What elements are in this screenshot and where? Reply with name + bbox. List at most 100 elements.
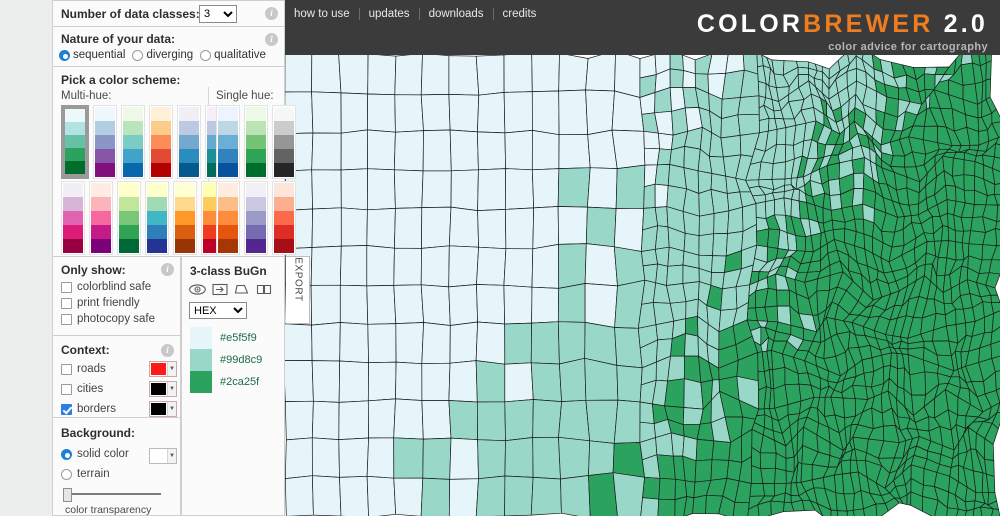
scheme-swatch-step — [246, 211, 266, 225]
nature-radio-sequential[interactable] — [59, 49, 70, 61]
scheme-swatch-GnBu[interactable] — [121, 105, 145, 179]
choropleth-map[interactable] — [285, 55, 1000, 516]
nav-link-updates[interactable]: updates — [360, 8, 420, 20]
context-option-roads[interactable]: roads — [61, 363, 106, 375]
scheme-swatch-YlGn[interactable] — [117, 181, 141, 255]
context-option-borders[interactable]: borders — [61, 403, 116, 415]
scheme-swatch-PuRd[interactable] — [61, 181, 85, 255]
only-show-label-text: photocopy safe — [77, 313, 156, 325]
color-format-select[interactable]: HEXRGBCMYK — [189, 302, 247, 319]
only-show-info-icon[interactable]: i — [161, 263, 174, 276]
only-show-checkbox[interactable] — [61, 313, 72, 325]
data-nature-info-icon[interactable]: i — [265, 33, 278, 46]
export-tab-label: EXPORT — [292, 257, 304, 302]
scheme-swatch-RdPu[interactable] — [89, 181, 113, 255]
nav-link-how-to-use[interactable]: how to use — [292, 8, 360, 20]
scheme-swatch-Greys[interactable] — [272, 105, 296, 179]
only-show-option-print-friendly[interactable]: print friendly — [61, 297, 155, 309]
context-color-chevron-icon[interactable]: ▼ — [167, 382, 176, 396]
background-color-chip[interactable]: ▼ — [149, 448, 177, 464]
printer-icon[interactable] — [234, 283, 250, 299]
map-canvas[interactable] — [285, 55, 1000, 516]
only-show-checkbox-group[interactable]: colorblind safe print friendly photocopy s… — [53, 281, 155, 325]
transparency-slider-track — [69, 493, 161, 495]
scheme-swatch-step — [246, 197, 266, 211]
multi-hue-row-2[interactable] — [61, 181, 225, 255]
scheme-swatch-PuBu[interactable] — [177, 105, 201, 179]
background-radio[interactable] — [61, 468, 72, 480]
scheme-swatch-Oranges[interactable] — [216, 181, 240, 255]
background-label-text: solid color — [77, 448, 129, 460]
scheme-swatch-Purples[interactable] — [244, 181, 268, 255]
nature-option-qualitative[interactable]: qualitative — [200, 49, 266, 61]
scheme-swatch-Reds[interactable] — [272, 181, 296, 255]
context-color-chevron-icon[interactable]: ▼ — [167, 362, 176, 376]
only-show-checkbox[interactable] — [61, 297, 72, 309]
export-screen-icon[interactable] — [212, 283, 228, 299]
scheme-swatch-BuPu[interactable] — [93, 105, 117, 179]
single-hue-row-1[interactable] — [216, 105, 296, 179]
export-tab[interactable]: EXPORT — [286, 256, 310, 324]
background-option-terrain[interactable]: terrain — [61, 468, 110, 480]
data-classes-select[interactable]: 3456789101112 — [199, 5, 237, 23]
background-radio[interactable] — [61, 448, 72, 460]
book-icon[interactable] — [256, 283, 272, 299]
context-checkbox-borders[interactable] — [61, 403, 72, 415]
nature-option-diverging[interactable]: diverging — [132, 49, 193, 61]
transparency-slider-handle[interactable] — [63, 488, 72, 502]
eye-icon[interactable] — [189, 283, 206, 299]
single-hue-label: Single hue: — [216, 90, 274, 102]
background-color-chevron-icon[interactable]: ▼ — [167, 449, 176, 463]
only-show-label-text: print friendly — [77, 297, 140, 309]
data-classes-info-icon[interactable]: i — [265, 7, 278, 20]
only-show-option-photocopy-safe[interactable]: photocopy safe — [61, 313, 155, 325]
scheme-swatch-step — [63, 225, 83, 239]
color-scheme-label: Pick a color scheme: — [61, 73, 181, 87]
nature-radio-diverging[interactable] — [132, 49, 144, 61]
scheme-swatch-step — [175, 225, 195, 239]
scheme-swatch-step — [218, 121, 238, 135]
context-color-chip-cities[interactable]: ▼ — [149, 381, 177, 397]
scheme-swatch-step — [119, 211, 139, 225]
nav-link-downloads[interactable]: downloads — [420, 8, 494, 20]
context-option-cities[interactable]: cities — [61, 383, 103, 395]
scheme-swatch-YlGnBu[interactable] — [145, 181, 169, 255]
scheme-swatch-step — [63, 197, 83, 211]
scheme-swatch-step — [91, 211, 111, 225]
legend-title: 3-class BuGn — [190, 264, 267, 278]
legend-color-box — [190, 327, 212, 349]
context-color-chip-borders[interactable]: ▼ — [149, 401, 177, 417]
scheme-swatch-step — [147, 183, 167, 197]
background-option-solid-color[interactable]: solid color — [61, 448, 129, 460]
scheme-swatch-step — [65, 122, 85, 135]
context-checkbox-cities[interactable] — [61, 383, 72, 395]
multi-hue-label: Multi-hue: — [61, 90, 112, 102]
context-info-icon[interactable]: i — [161, 344, 174, 357]
transparency-slider[interactable] — [63, 488, 163, 502]
scheme-swatch-step — [179, 121, 199, 135]
legend-color-box — [190, 371, 212, 393]
only-show-checkbox[interactable] — [61, 281, 72, 293]
scheme-swatch-YlOrBr[interactable] — [173, 181, 197, 255]
context-color-chip-roads[interactable]: ▼ — [149, 361, 177, 377]
nature-radio-qualitative[interactable] — [200, 49, 212, 61]
scheme-swatch-OrRd[interactable] — [149, 105, 173, 179]
data-nature-radio-group[interactable]: sequential diverging qualitative — [59, 49, 269, 61]
scheme-swatch-step — [147, 211, 167, 225]
nav-link-credits[interactable]: credits — [494, 8, 546, 20]
single-hue-row-2[interactable] — [216, 181, 296, 255]
scheme-swatch-BuGn[interactable] — [61, 105, 89, 179]
logo-part-color: COLOR — [696, 10, 804, 38]
context-color-chevron-icon[interactable]: ▼ — [167, 402, 176, 416]
scheme-swatch-step — [218, 239, 238, 253]
multi-hue-row-1[interactable] — [61, 105, 229, 179]
scheme-swatch-step — [119, 183, 139, 197]
only-show-option-colorblind-safe[interactable]: colorblind safe — [61, 281, 155, 293]
scheme-swatch-step — [274, 183, 294, 197]
nature-option-sequential[interactable]: sequential — [59, 49, 125, 61]
scheme-swatch-Blues[interactable] — [216, 105, 240, 179]
scheme-swatch-step — [274, 197, 294, 211]
scheme-swatch-Greens[interactable] — [244, 105, 268, 179]
context-checkbox-roads[interactable] — [61, 363, 72, 375]
legend-icon-row[interactable] — [189, 283, 272, 299]
